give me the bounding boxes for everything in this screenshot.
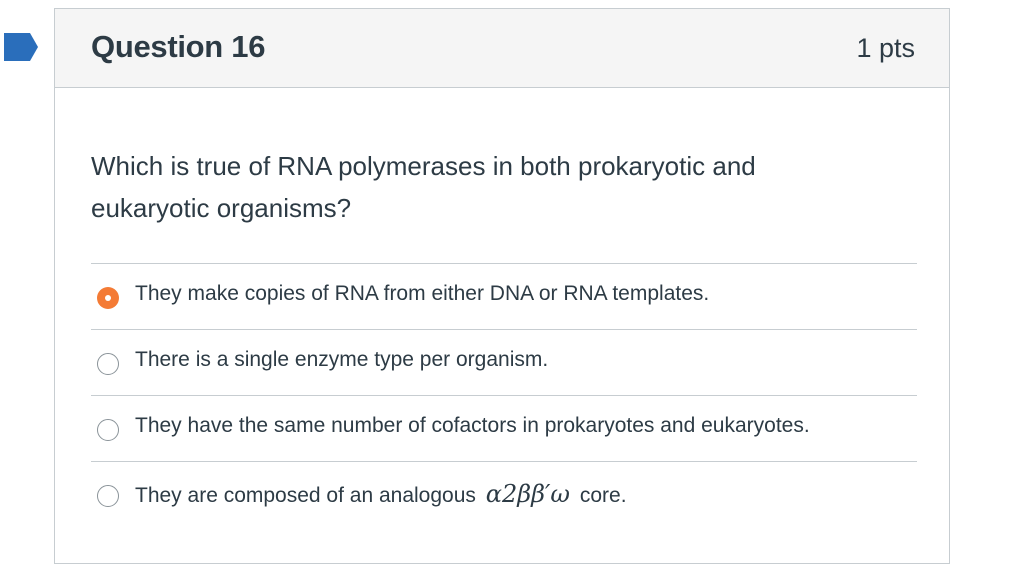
answer-option-2[interactable]: There is a single enzyme type per organi… xyxy=(91,329,917,395)
radio-button[interactable] xyxy=(97,419,119,441)
question-card: Question 16 1 pts Which is true of RNA p… xyxy=(54,8,950,564)
answer-label: There is a single enzyme type per organi… xyxy=(135,348,549,371)
answer-label: They are composed of an analogous α2ββ′ω… xyxy=(135,480,627,508)
question-title: Question 16 xyxy=(91,29,266,64)
answer-option-4[interactable]: They are composed of an analogous α2ββ′ω… xyxy=(91,461,917,527)
answer-label-before: They are composed of an analogous xyxy=(135,484,476,507)
question-points: 1 pts xyxy=(856,33,915,63)
answer-list: They make copies of RNA from either DNA … xyxy=(91,263,917,527)
answer-option-3[interactable]: They have the same number of cofactors i… xyxy=(91,395,917,461)
answer-label: They have the same number of cofactors i… xyxy=(135,414,810,437)
answer-label-after: core. xyxy=(579,484,627,507)
answer-option-1[interactable]: They make copies of RNA from either DNA … xyxy=(91,263,917,329)
radio-button-selected[interactable] xyxy=(97,287,119,309)
question-text: Which is true of RNA polymerases in both… xyxy=(91,151,756,223)
answer-label: They make copies of RNA from either DNA … xyxy=(135,282,710,305)
radio-button[interactable] xyxy=(97,353,119,375)
question-header: Question 16 1 pts xyxy=(55,9,949,88)
bookmark-flag-icon[interactable] xyxy=(4,33,38,61)
math-expression: α2ββ′ω xyxy=(485,480,570,508)
radio-button[interactable] xyxy=(97,485,119,507)
